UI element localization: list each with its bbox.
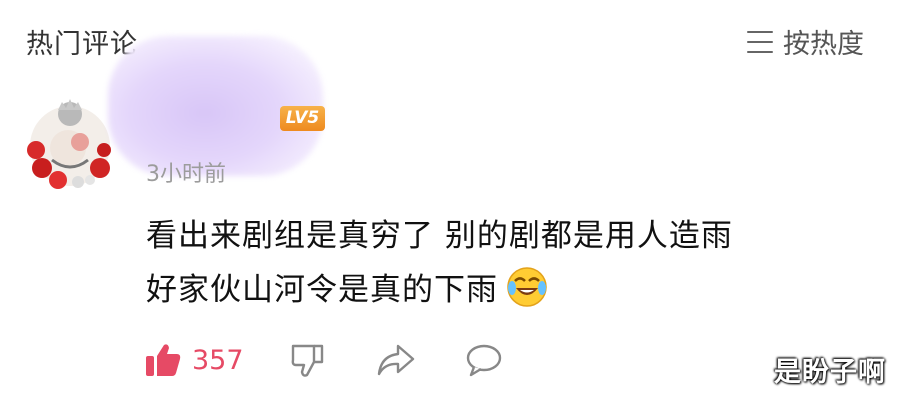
level-badge: LV5 [280,106,325,131]
avatar[interactable] [18,92,122,196]
sort-by-popularity-button[interactable]: 按热度 [747,22,864,61]
thumbs-up-icon [146,344,181,376]
comment-icon [466,344,501,377]
reply-button[interactable] [464,342,504,378]
share-button[interactable] [376,343,416,377]
like-count: 357 [192,344,244,376]
menu-icon [747,30,773,53]
comment-timestamp: 3小时前 [146,162,226,187]
thumbs-down-icon [291,344,323,377]
hot-comments-title: 热门评论 [26,29,138,60]
sort-label: 按热度 [783,29,864,60]
comment-action-bar: 357 [144,342,504,378]
watermark: 是盼子啊 [774,357,886,388]
comment-text-line-2: 好家伙山河令是真的下雨 [146,264,548,309]
dislike-button[interactable] [290,342,326,378]
laughing-crying-emoji-icon [507,266,547,307]
comment-text-line-2-label: 好家伙山河令是真的下雨 [146,272,498,308]
share-icon [377,344,414,376]
comment-text-line-1: 看出来剧组是真穷了 别的剧都是用人造雨 [146,218,733,254]
like-button[interactable]: 357 [144,342,244,378]
